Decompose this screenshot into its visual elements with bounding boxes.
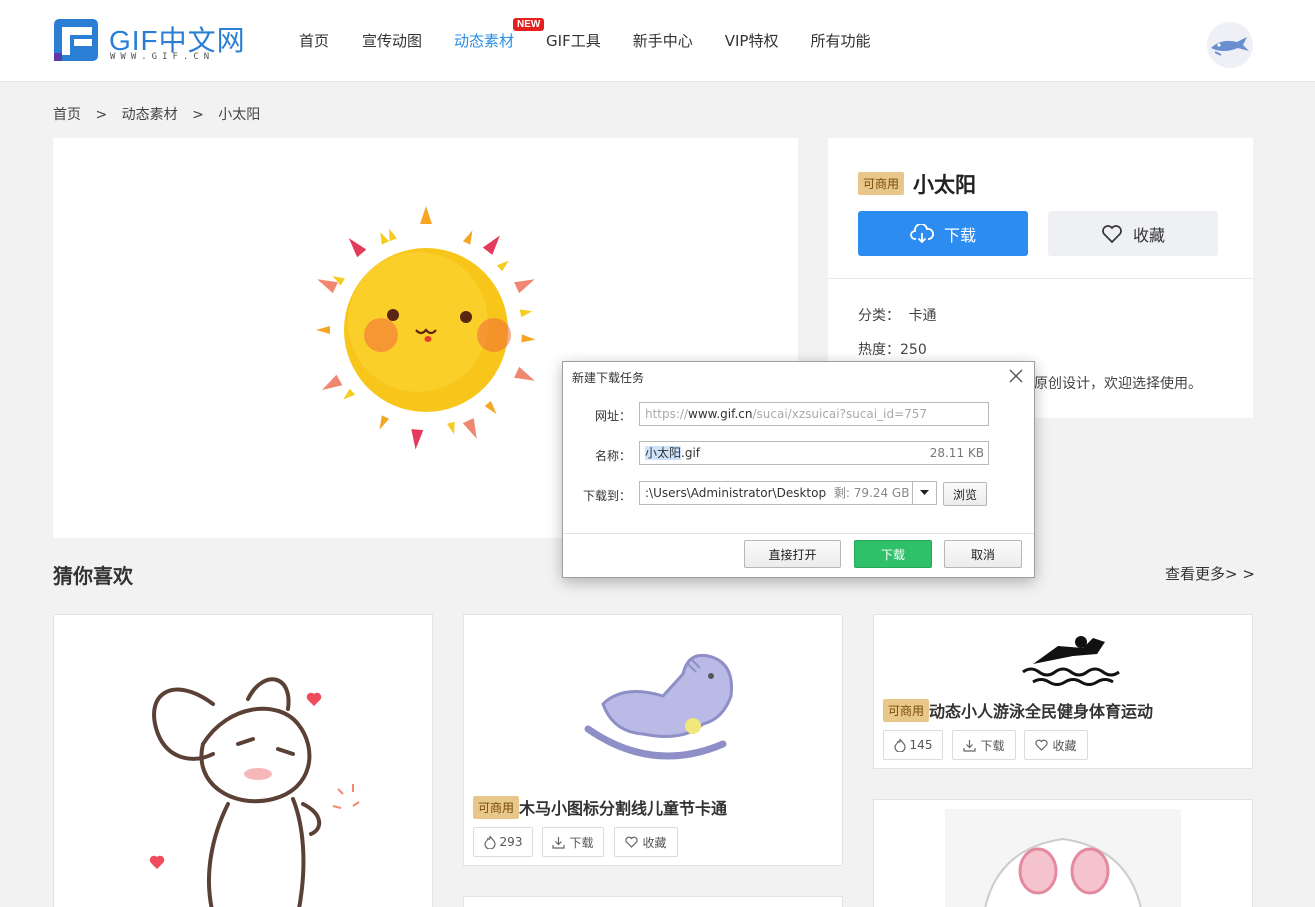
bunny-illustration	[149, 677, 360, 907]
open-direct-button[interactable]: 直接打开	[744, 540, 841, 568]
download-button[interactable]: 下载	[858, 211, 1028, 256]
avatar-fish-icon	[1211, 37, 1249, 56]
dialog-close-button[interactable]	[1007, 367, 1025, 385]
card-partial[interactable]	[463, 896, 843, 907]
site-logo[interactable]: GIF中文网 WWW.GIF.CN	[52, 17, 247, 65]
card-favorite-button[interactable]: 收藏	[1024, 730, 1088, 760]
card-download-button[interactable]: 下载	[952, 730, 1016, 760]
rocking-horse-illustration	[584, 653, 734, 760]
favorite-label: 收藏	[1052, 738, 1077, 753]
free-space: 剩: 79.24 GB	[833, 486, 910, 500]
card-title[interactable]: 动态小人游泳全民健身体育运动	[929, 698, 1153, 722]
cloud-download-icon	[910, 223, 934, 243]
fire-icon	[893, 738, 906, 752]
filename-field[interactable]: 小太阳.gif 28.11 KB	[639, 441, 989, 465]
breadcrumb-separator: >	[95, 107, 108, 123]
card-thumbnail[interactable]	[63, 624, 423, 907]
heart-icon	[1102, 224, 1122, 243]
destination-field[interactable]: :\Users\Administrator\Desktop 剩: 79.24 G…	[639, 481, 913, 505]
heat-label: 热度：	[858, 342, 900, 358]
fire-icon	[483, 835, 496, 849]
swimmer-illustration	[1022, 636, 1120, 686]
logo-mark-icon	[54, 19, 98, 61]
heat-value: 250	[900, 342, 927, 358]
dialog-download-button[interactable]: 下载	[854, 540, 932, 568]
url-prefix: https://	[645, 407, 689, 421]
commercial-tag: 可商用	[858, 172, 905, 195]
card-favorite-button[interactable]: 收藏	[614, 827, 678, 857]
breadcrumb-current: 小太阳	[218, 107, 261, 123]
card-thumbnail[interactable]	[883, 809, 1243, 907]
nav-vip[interactable]: VIP特权	[725, 30, 779, 52]
site-header: GIF中文网 WWW.GIF.CN 首页 宣传动图 动态素材 GIF工具 新手中…	[0, 0, 1315, 82]
card-title[interactable]: 木马小图标分割线儿童节卡通	[519, 795, 727, 819]
commercial-tag: 可商用	[883, 699, 930, 722]
dialog-cancel-button[interactable]: 取消	[944, 540, 1022, 568]
dialog-divider	[563, 533, 1034, 534]
nav-beginner-center[interactable]: 新手中心	[633, 30, 693, 52]
favorite-label: 收藏	[1132, 225, 1165, 245]
description-text: 原创设计，欢迎选择使用。	[1034, 376, 1202, 392]
url-field[interactable]: https://www.gif.cn/sucai/xzsuicai?sucai_…	[639, 402, 989, 426]
destination-path: :\Users\Administrator\Desktop	[645, 486, 827, 500]
breadcrumb-home[interactable]: 首页	[53, 107, 81, 123]
url-label: 网址：	[594, 409, 631, 423]
category-row: 分类： 卡通	[858, 305, 936, 325]
download-icon	[963, 739, 977, 752]
heat-count: 145	[909, 738, 933, 752]
heat-count: 293	[499, 835, 523, 849]
user-avatar[interactable]	[1207, 22, 1253, 68]
destination-dropdown[interactable]	[912, 481, 937, 505]
view-more-link[interactable]: 查看更多> >	[1165, 563, 1255, 584]
filename-selected: 小太阳	[645, 446, 682, 460]
logo-subtext: WWW.GIF.CN	[110, 52, 215, 62]
card-download-button[interactable]: 下载	[542, 827, 604, 857]
download-label: 下载	[980, 738, 1005, 753]
breadcrumb: 首页 > 动态素材 > 小太阳	[53, 104, 270, 124]
card-thumbnail[interactable]	[473, 624, 833, 784]
download-task-dialog: 新建下载任务 网址： https://www.gif.cn/sucai/xzsu…	[562, 361, 1035, 578]
card-swimmer[interactable]: 可商用 动态小人游泳全民健身体育运动 145 下载 收藏	[873, 614, 1253, 769]
paw-illustration	[945, 809, 1181, 907]
url-host: www.gif.cn	[688, 407, 753, 421]
destination-label: 下载到：	[582, 489, 631, 503]
commercial-tag: 可商用	[473, 796, 520, 819]
heart-icon	[1035, 739, 1049, 751]
main-nav: 首页 宣传动图 动态素材 GIF工具 新手中心 VIP特权 所有功能	[299, 30, 903, 52]
category-value[interactable]: 卡通	[908, 308, 936, 324]
heart-icon	[625, 836, 639, 848]
filename-ext: .gif	[681, 446, 701, 460]
nav-dynamic-assets[interactable]: 动态素材	[454, 30, 514, 52]
download-label: 下载	[943, 225, 976, 245]
download-icon	[552, 836, 566, 849]
card-thumbnail[interactable]	[883, 624, 1243, 688]
asset-title: 小太阳	[913, 173, 976, 197]
nav-all-features[interactable]: 所有功能	[810, 30, 870, 52]
heat-stat: 293	[473, 827, 533, 857]
breadcrumb-separator: >	[192, 107, 204, 123]
card-paw[interactable]	[873, 799, 1253, 907]
breadcrumb-dynamic-assets[interactable]: 动态素材	[122, 107, 178, 123]
heat-stat: 145	[883, 730, 943, 760]
favorite-label: 收藏	[642, 835, 667, 850]
heat-row: 热度：250	[858, 339, 927, 359]
divider	[828, 278, 1253, 279]
category-label: 分类：	[858, 308, 900, 324]
download-label: 下载	[569, 835, 594, 850]
browse-button[interactable]: 浏览	[943, 482, 987, 506]
card-rocking-horse[interactable]: 可商用 木马小图标分割线儿童节卡通 293 下载 收藏	[463, 614, 843, 866]
name-label: 名称：	[594, 449, 631, 463]
nav-promo-gif[interactable]: 宣传动图	[362, 30, 422, 52]
section-title: 猜你喜欢	[53, 564, 133, 588]
card-bunny[interactable]	[53, 614, 433, 907]
file-size: 28.11 KB	[929, 446, 984, 460]
dialog-title: 新建下载任务	[572, 371, 645, 385]
chevron-down-icon	[920, 490, 929, 495]
new-badge: NEW	[513, 18, 545, 31]
favorite-button[interactable]: 收藏	[1048, 211, 1218, 256]
close-icon	[1009, 369, 1023, 383]
nav-home[interactable]: 首页	[299, 30, 329, 52]
url-path: /sucai/xzsuicai?sucai_id=757	[752, 407, 928, 421]
nav-gif-tools[interactable]: GIF工具	[546, 30, 601, 52]
